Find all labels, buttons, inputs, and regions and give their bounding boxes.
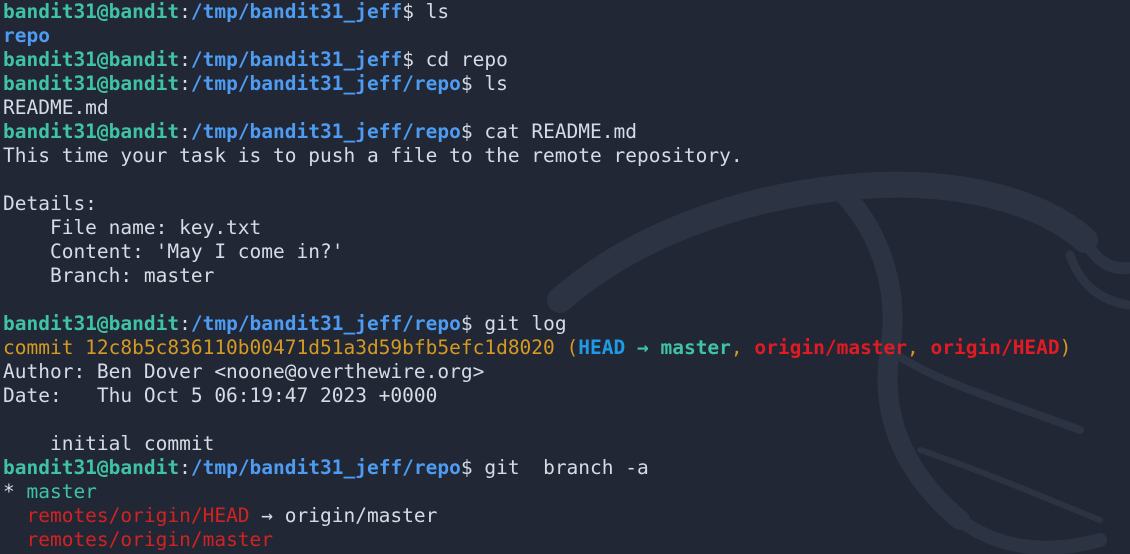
prompt-line: bandit31@bandit:/tmp/bandit31_jeff/repo$… [3,72,1130,96]
prompt-line: bandit31@bandit:/tmp/bandit31_jeff$ ls [3,0,1130,24]
remote-branch-ref: origin/master [754,336,908,359]
commit-author: Author: Ben Dover <noone@overthewire.org… [3,360,485,383]
terminal-output[interactable]: bandit31@bandit:/tmp/bandit31_jeff$ ls r… [3,0,1130,554]
commit-message: initial commit [3,432,215,455]
prompt-colon: : [179,312,191,335]
output-line: Details: [3,192,97,215]
command-text: git branch -a [472,456,649,479]
prompt-dollar: $ [460,456,473,479]
prompt-user-host: bandit31@bandit [3,72,180,95]
current-branch: master [26,480,97,503]
prompt-dollar: $ [460,72,473,95]
command-text: ls [472,72,508,95]
directory-entry: repo [3,24,50,47]
head-ref: HEAD [578,336,626,359]
output-line: This time your task is to push a file to… [3,144,743,167]
output-line: File name: key.txt [3,216,262,239]
prompt-path: /tmp/bandit31_jeff/repo [190,312,461,335]
prompt-path: /tmp/bandit31_jeff/repo [190,120,461,143]
remote-branch: remotes/origin/HEAD [26,504,250,527]
prompt-colon: : [179,48,191,71]
prompt-user-host: bandit31@bandit [3,48,180,71]
prompt-colon: : [179,72,191,95]
prompt-line: bandit31@bandit:/tmp/bandit31_jeff/repo$… [3,456,1130,480]
commit-line: commit 12c8b5c836110b00471d51a3d59bfb5ef… [3,336,1130,360]
output-line: Branch: master [3,264,215,287]
symref-target: → origin/master [249,504,438,527]
branch-line: remotes/origin/master [3,528,1130,552]
branch-indent [3,504,26,527]
prompt-dollar: $ [460,120,473,143]
ref-separator: , [907,336,931,359]
prompt-colon: : [179,0,191,23]
prompt-line: bandit31@bandit:/tmp/bandit31_jeff/repo$… [3,312,1130,336]
prompt-dollar: $ [402,48,414,71]
prompt-user-host: bandit31@bandit [3,120,180,143]
prompt-dollar: $ [402,0,414,23]
command-text: ls [413,0,450,23]
prompt-user-host: bandit31@bandit [3,456,180,479]
prompt-path: /tmp/bandit31_jeff/repo [190,72,461,95]
command-text: cat README.md [472,120,638,143]
command-text: cd repo [413,48,508,71]
ref-close: ) [1059,336,1072,359]
remote-head-ref: origin/HEAD [930,336,1060,359]
prompt-line: bandit31@bandit:/tmp/bandit31_jeff/repo$… [3,120,1130,144]
local-branch-ref: master [660,336,731,359]
output-line: Content: 'May I come in?' [3,240,344,263]
commit-hash: commit 12c8b5c836110b00471d51a3d59bfb5ef… [3,336,579,359]
head-arrow: → [625,336,661,359]
prompt-user-host: bandit31@bandit [3,312,180,335]
prompt-line: bandit31@bandit:/tmp/bandit31_jeff$ cd r… [3,48,1130,72]
prompt-colon: : [179,456,191,479]
ref-separator: , [730,336,755,359]
output-line: README.md [3,96,109,119]
prompt-path: /tmp/bandit31_jeff/repo [190,456,461,479]
commit-date: Date: Thu Oct 5 06:19:47 2023 +0000 [3,384,438,407]
prompt-colon: : [179,120,191,143]
remote-branch: remotes/origin/master [26,528,274,551]
command-text: git log [472,312,567,335]
prompt-dollar: $ [460,312,473,335]
current-branch-marker: * [3,480,27,503]
branch-indent [3,528,26,551]
prompt-path: /tmp/bandit31_jeff [190,48,403,71]
branch-line: remotes/origin/HEAD → origin/master [3,504,1130,528]
output-line: repo [3,24,1130,48]
branch-line: * master [3,480,1130,504]
prompt-path: /tmp/bandit31_jeff [190,0,403,23]
prompt-user-host: bandit31@bandit [3,0,180,23]
